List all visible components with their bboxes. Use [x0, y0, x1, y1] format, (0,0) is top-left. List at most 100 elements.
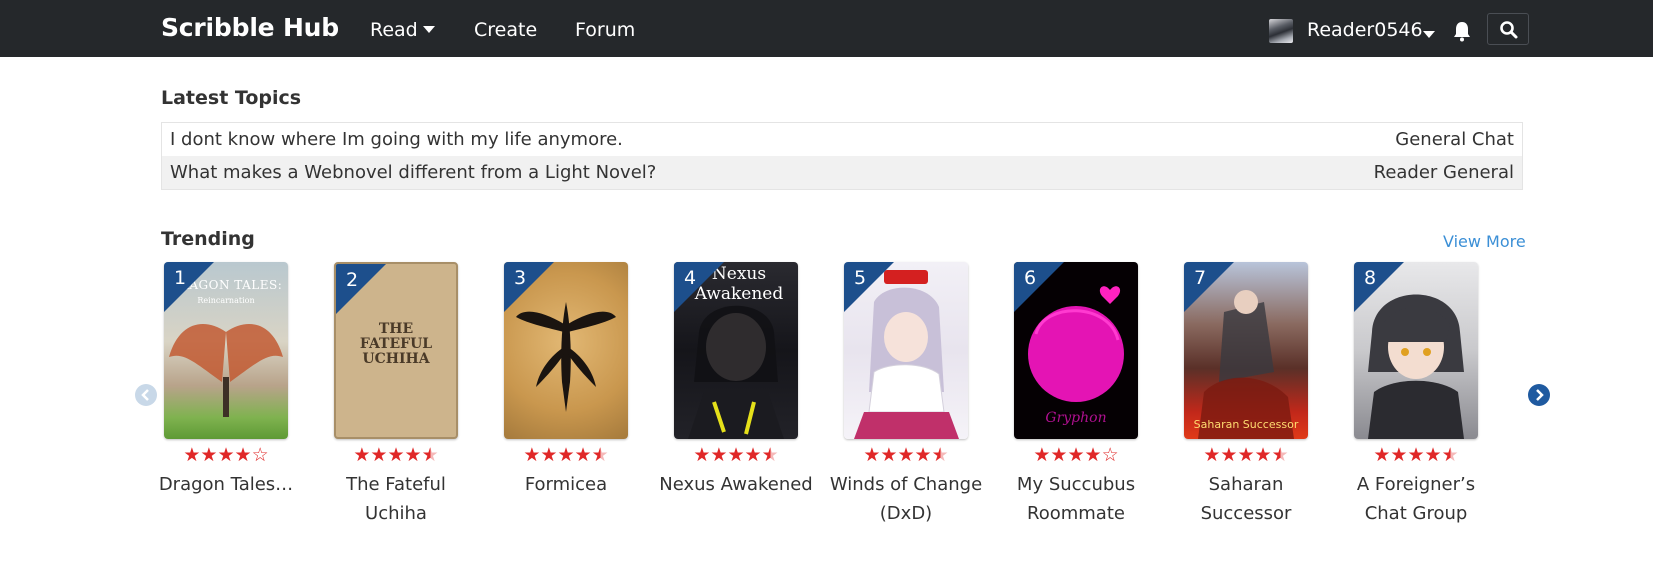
book-cover[interactable]: Nexus Awakened 4 [674, 262, 798, 439]
book-title[interactable]: Nexus Awakened [656, 470, 816, 499]
avatar[interactable] [1269, 19, 1293, 43]
star-icon: ★ [183, 444, 201, 466]
rank-badge [844, 262, 894, 312]
star-half-icon: ★ [1441, 444, 1459, 466]
trending-heading: Trending [161, 228, 255, 250]
trending-book[interactable]: DRAGON TALES: Reincarnation 1 ★★★★☆ Drag… [146, 262, 306, 499]
view-more-link[interactable]: View More [1443, 232, 1526, 251]
star-icon: ★ [523, 444, 541, 466]
star-rating: ★★★★★ [826, 444, 986, 466]
bell-icon[interactable] [1451, 20, 1473, 42]
rank-number: 6 [1024, 267, 1037, 289]
star-icon: ★ [200, 444, 218, 466]
star-icon: ★ [1254, 444, 1272, 466]
search-icon [1500, 21, 1518, 39]
rank-number: 4 [684, 267, 697, 289]
book-title[interactable]: A Foreigner’s Chat Group [1336, 470, 1496, 528]
rank-number: 7 [1194, 267, 1207, 289]
trending-book[interactable]: Nexus Awakened 4 ★★★★★ Nexus Awakened [656, 262, 816, 499]
rank-badge [336, 264, 386, 314]
star-icon: ★ [574, 444, 592, 466]
topic-category[interactable]: General Chat [1395, 129, 1514, 150]
star-icon: ★ [727, 444, 745, 466]
star-rating: ★★★★☆ [996, 444, 1156, 466]
rank-badge [1184, 262, 1234, 312]
trending-book[interactable]: 3 ★★★★★ Formicea [486, 262, 646, 499]
star-rating: ★★★★★ [1336, 444, 1496, 466]
star-icon: ★ [1033, 444, 1051, 466]
nav-read-dropdown[interactable]: Read [370, 19, 435, 41]
book-cover[interactable]: Saharan Successor 7 [1184, 262, 1308, 439]
rank-number: 1 [174, 267, 187, 289]
star-icon: ★ [1203, 444, 1221, 466]
book-cover[interactable]: 5 [844, 262, 968, 439]
book-cover[interactable]: THE FATEFUL UCHIHA 2 [334, 262, 458, 439]
star-half-icon: ★ [931, 444, 949, 466]
latest-topics-list: I dont know where Im going with my life … [161, 122, 1523, 190]
trending-book[interactable]: Gryphon 6 ★★★★☆ My Succubus Roommate [996, 262, 1156, 528]
star-rating: ★★★★★ [486, 444, 646, 466]
rank-number: 8 [1364, 267, 1377, 289]
book-cover[interactable]: Gryphon 6 [1014, 262, 1138, 439]
book-cover[interactable]: 8 [1354, 262, 1478, 439]
carousel-next-button[interactable] [1528, 384, 1550, 406]
cover-title: Gryphon [1045, 410, 1107, 426]
star-icon: ★ [557, 444, 575, 466]
star-icon: ★ [1237, 444, 1255, 466]
topic-title[interactable]: I dont know where Im going with my life … [170, 129, 623, 150]
topic-row[interactable]: I dont know where Im going with my life … [162, 123, 1522, 156]
star-icon: ★ [234, 444, 252, 466]
book-title[interactable]: Winds of Change (DxD) [826, 470, 986, 528]
nav-forum[interactable]: Forum [575, 19, 635, 41]
topic-category[interactable]: Reader General [1374, 162, 1514, 183]
rank-badge [674, 262, 724, 312]
star-rating: ★★★★★ [1166, 444, 1326, 466]
star-icon: ★ [404, 444, 422, 466]
rank-badge [1354, 262, 1404, 312]
caret-down-icon [422, 25, 435, 33]
rank-badge [1014, 262, 1064, 312]
site-logo[interactable]: Scribble Hub [161, 13, 339, 42]
star-icon: ★ [1407, 444, 1425, 466]
book-title[interactable]: The Fateful Uchiha [316, 470, 476, 528]
nav-read-label: Read [370, 19, 418, 41]
star-icon: ★ [1390, 444, 1408, 466]
book-title[interactable]: Formicea [486, 470, 646, 499]
rank-number: 2 [346, 269, 359, 291]
book-title[interactable]: Saharan Successor [1166, 470, 1326, 528]
star-rating: ★★★★☆ [146, 444, 306, 466]
trending-book[interactable]: THE FATEFUL UCHIHA 2 ★★★★★ The Fateful U… [316, 262, 476, 528]
trending-book[interactable]: 8 ★★★★★ A Foreigner’s Chat Group [1336, 262, 1496, 528]
caret-down-icon[interactable] [1423, 31, 1435, 38]
cover-title: THE FATEFUL UCHIHA [359, 321, 433, 367]
nav-create[interactable]: Create [474, 19, 537, 41]
star-icon: ★ [1067, 444, 1085, 466]
book-cover[interactable]: DRAGON TALES: Reincarnation 1 [164, 262, 288, 439]
star-icon: ★ [1424, 444, 1442, 466]
star-icon: ★ [914, 444, 932, 466]
topic-title[interactable]: What makes a Webnovel different from a L… [170, 162, 656, 183]
star-rating: ★★★★★ [656, 444, 816, 466]
star-outline-icon: ☆ [251, 444, 269, 466]
username-menu[interactable]: Reader0546 [1307, 19, 1423, 41]
star-icon: ★ [370, 444, 388, 466]
star-icon: ★ [1084, 444, 1102, 466]
star-half-icon: ★ [591, 444, 609, 466]
star-icon: ★ [1373, 444, 1391, 466]
book-title[interactable]: My Succubus Roommate [996, 470, 1156, 528]
star-icon: ★ [710, 444, 728, 466]
chevron-right-icon [1536, 389, 1544, 401]
rank-number: 3 [514, 267, 527, 289]
rank-badge [504, 262, 554, 312]
star-icon: ★ [880, 444, 898, 466]
trending-book[interactable]: 5 ★★★★★ Winds of Change (DxD) [826, 262, 986, 528]
trending-book[interactable]: Saharan Successor 7 ★★★★★ Saharan Succes… [1166, 262, 1326, 528]
top-navbar: Scribble Hub Read Create Forum Reader054… [0, 0, 1653, 57]
star-icon: ★ [693, 444, 711, 466]
star-icon: ★ [353, 444, 371, 466]
book-cover[interactable]: 3 [504, 262, 628, 439]
topic-row[interactable]: What makes a Webnovel different from a L… [162, 156, 1522, 189]
star-icon: ★ [387, 444, 405, 466]
book-title[interactable]: Dragon Tales… [146, 470, 306, 499]
search-button[interactable] [1487, 13, 1529, 45]
